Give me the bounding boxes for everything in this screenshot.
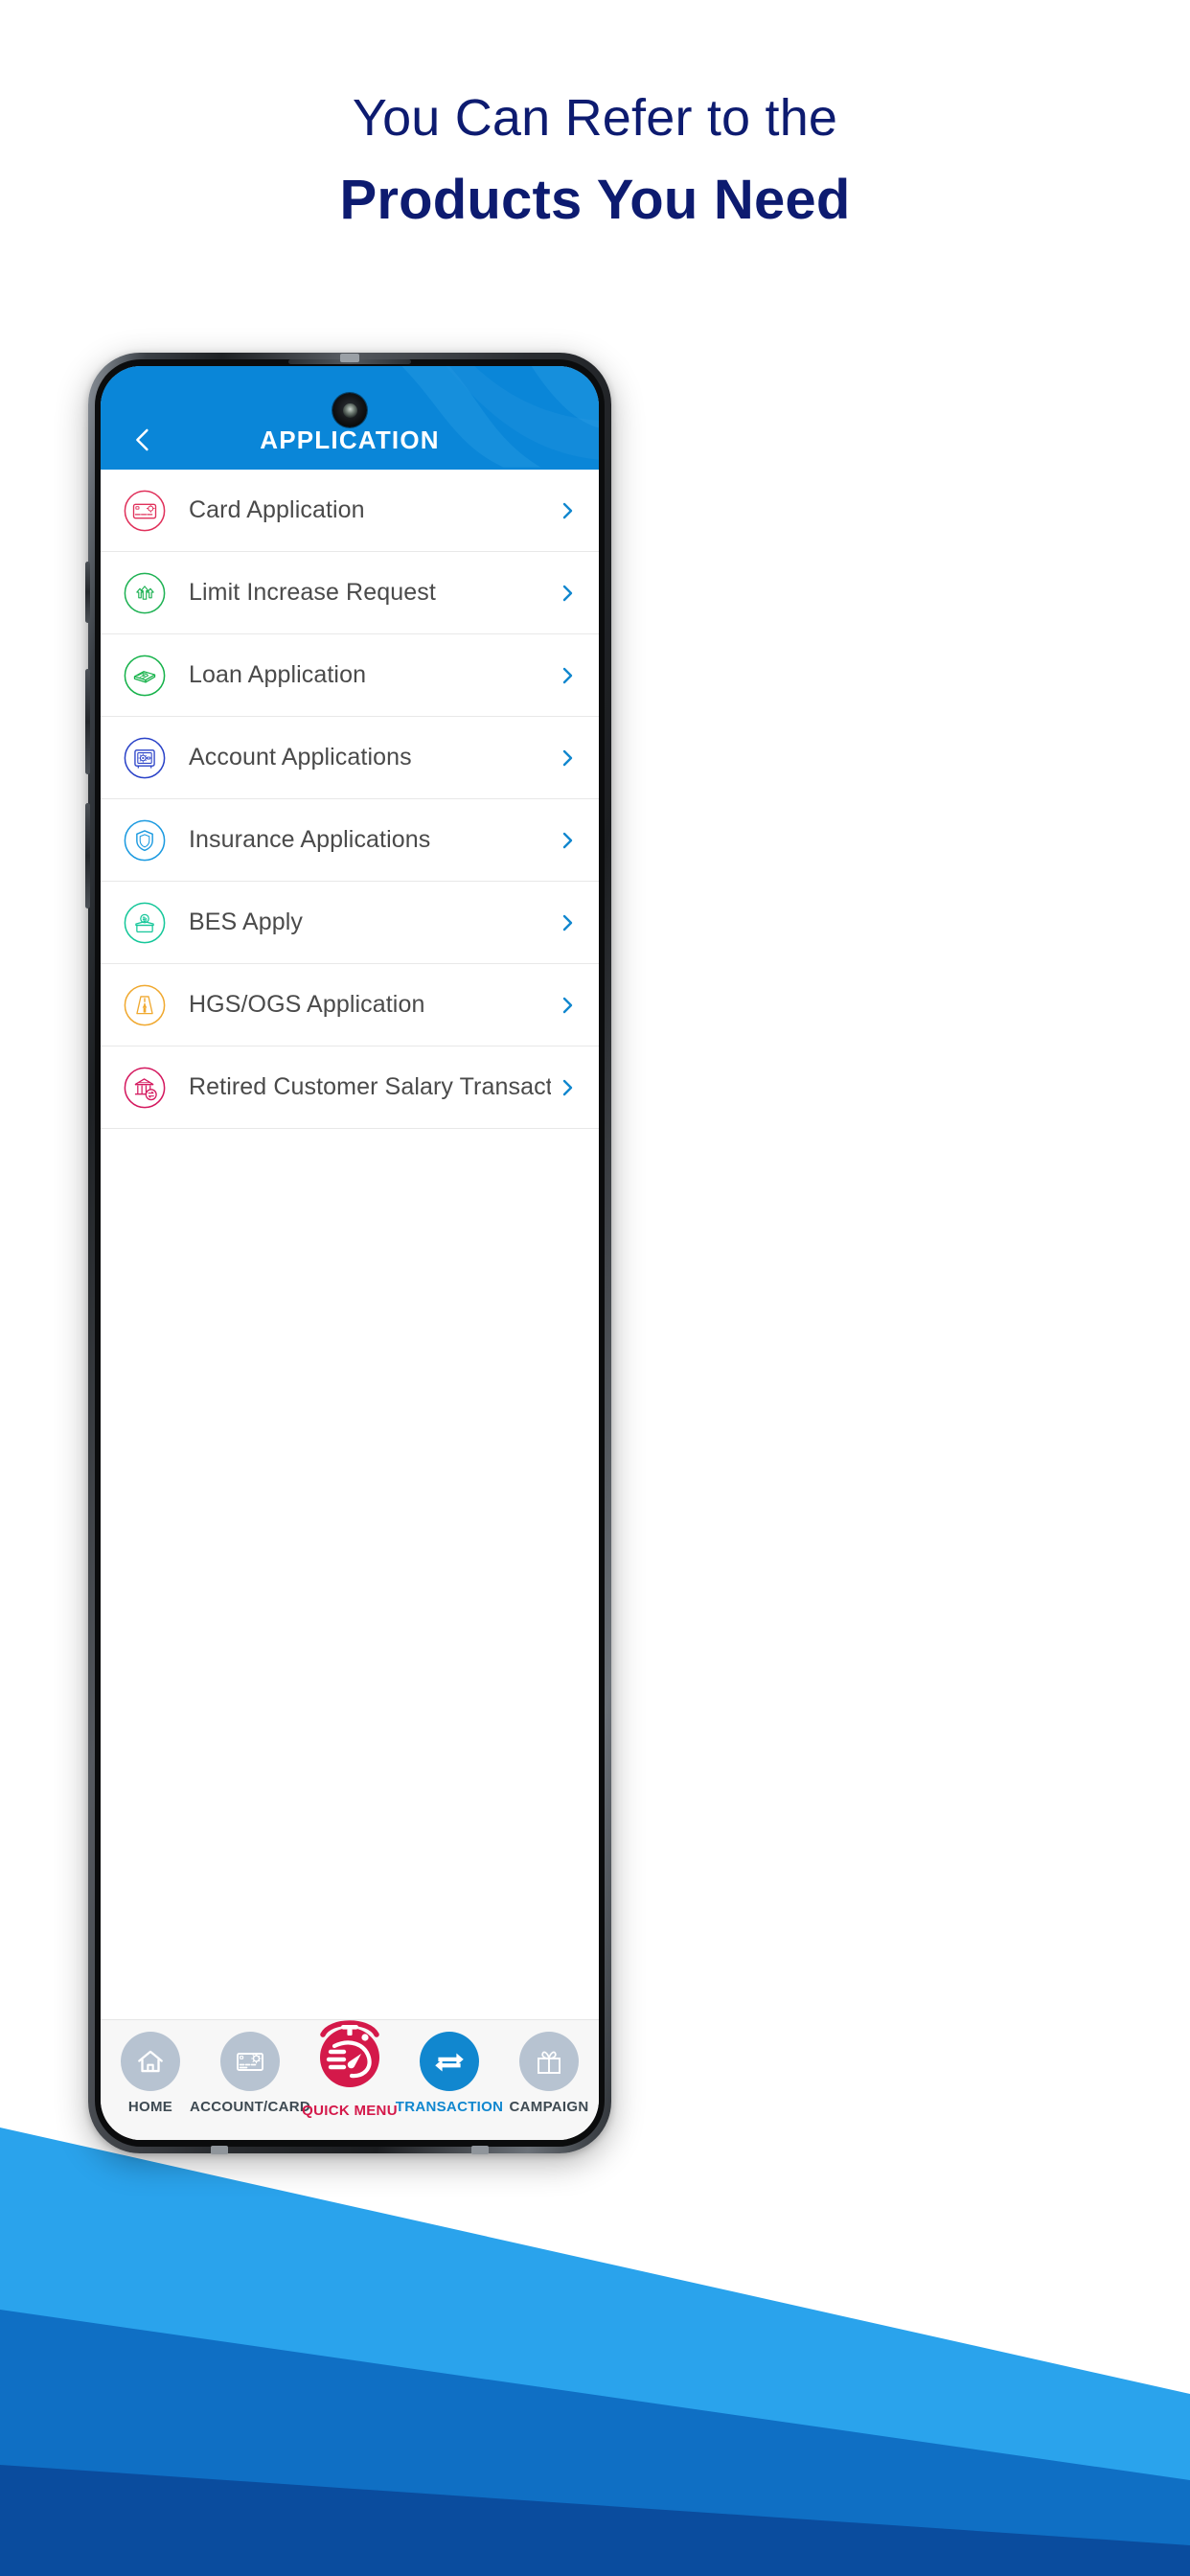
antenna-nub-bottom-left bbox=[211, 2146, 228, 2154]
home-icon bbox=[121, 2032, 180, 2091]
app-header: APPLICATION bbox=[101, 366, 599, 470]
road-sign-icon bbox=[122, 982, 168, 1028]
list-item-label: Insurance Applications bbox=[189, 826, 431, 853]
phone-bezel: APPLICATION Card Application Limit Incre… bbox=[95, 359, 605, 2147]
chevron-right-icon bbox=[551, 582, 584, 605]
list-item-label: Account Applications bbox=[189, 744, 412, 770]
chevron-right-icon bbox=[551, 747, 584, 770]
list-item-insurance-applications[interactable]: Insurance Applications bbox=[101, 799, 599, 882]
nav-item-campaign[interactable]: CAMPAIGN bbox=[499, 2032, 599, 2115]
chevron-right-icon bbox=[551, 911, 584, 934]
cash-stack-icon bbox=[122, 653, 168, 699]
chevron-right-icon bbox=[551, 664, 584, 687]
list-empty-area bbox=[101, 1129, 599, 2011]
headline-line-1: You Can Refer to the bbox=[352, 89, 838, 147]
list-item-bes-apply[interactable]: BES Apply bbox=[101, 882, 599, 964]
credit-card-icon bbox=[122, 488, 168, 534]
list-item-loan-application[interactable]: Loan Application bbox=[101, 634, 599, 717]
list-item-limit-increase-request[interactable]: Limit Increase Request bbox=[101, 552, 599, 634]
nav-item-home[interactable]: HOME bbox=[101, 2032, 200, 2115]
up-arrows-icon bbox=[122, 570, 168, 616]
phone-device-frame: APPLICATION Card Application Limit Incre… bbox=[85, 353, 611, 2154]
bottom-navigation-bar: HOME ACCOUNT/CARD QUICK MENU TRANSACTION… bbox=[101, 2019, 599, 2140]
transfer-arrows-icon bbox=[420, 2032, 479, 2091]
list-item-card-application[interactable]: Card Application bbox=[101, 470, 599, 552]
shield-icon bbox=[122, 817, 168, 863]
nav-label: ACCOUNT/CARD bbox=[189, 2099, 311, 2115]
list-item-hgs-ogs-application[interactable]: HGS/OGS Application bbox=[101, 964, 599, 1046]
list-item-account-applications[interactable]: Account Applications bbox=[101, 717, 599, 799]
chevron-right-icon bbox=[551, 994, 584, 1017]
antenna-nub-bottom-right bbox=[471, 2146, 489, 2154]
screenshot-root: You Can Refer to the Products You Need A… bbox=[0, 0, 1190, 2576]
page-headline: You Can Refer to the Products You Need bbox=[0, 92, 1190, 228]
list-item-retired-customer-salary-transactions[interactable]: Retired Customer Salary Transactions bbox=[101, 1046, 599, 1129]
nav-item-transaction[interactable]: TRANSACTION bbox=[396, 2032, 503, 2115]
list-item-label: Card Application bbox=[189, 496, 365, 523]
headline-line-2: Products You Need bbox=[339, 169, 851, 231]
list-item-label: HGS/OGS Application bbox=[189, 991, 425, 1018]
list-item-label: Limit Increase Request bbox=[189, 579, 436, 606]
phone-button-volume-down[interactable] bbox=[85, 803, 90, 908]
coin-deposit-box-icon bbox=[122, 900, 168, 946]
front-camera-punch-hole bbox=[332, 393, 367, 427]
card-icon bbox=[220, 2032, 280, 2091]
chevron-right-icon bbox=[551, 1076, 584, 1099]
application-list: Card Application Limit Increase Request … bbox=[101, 470, 599, 2019]
chevron-right-icon bbox=[551, 829, 584, 852]
phone-screen: APPLICATION Card Application Limit Incre… bbox=[101, 366, 599, 2140]
list-item-label: Loan Application bbox=[189, 661, 367, 688]
nav-label: TRANSACTION bbox=[395, 2099, 504, 2115]
nav-label: HOME bbox=[127, 2099, 173, 2115]
nav-item-quick-menu[interactable]: QUICK MENU bbox=[300, 2020, 400, 2119]
phone-button-bixby[interactable] bbox=[85, 562, 90, 623]
list-item-label: Retired Customer Salary Transactions bbox=[189, 1073, 551, 1100]
page-title: APPLICATION bbox=[260, 425, 440, 454]
phone-button-volume-up[interactable] bbox=[85, 669, 90, 774]
list-item-label: BES Apply bbox=[189, 908, 304, 935]
gift-icon bbox=[519, 2032, 579, 2091]
nav-label: CAMPAIGN bbox=[509, 2099, 589, 2115]
antenna-nub-top bbox=[340, 354, 359, 362]
safe-vault-icon bbox=[122, 735, 168, 781]
chevron-right-icon bbox=[551, 499, 584, 522]
bank-transfer-icon bbox=[122, 1065, 168, 1111]
nav-item-account-card[interactable]: ACCOUNT/CARD bbox=[190, 2032, 310, 2115]
nav-label: QUICK MENU bbox=[302, 2103, 398, 2119]
stopwatch-icon bbox=[297, 1999, 402, 2104]
